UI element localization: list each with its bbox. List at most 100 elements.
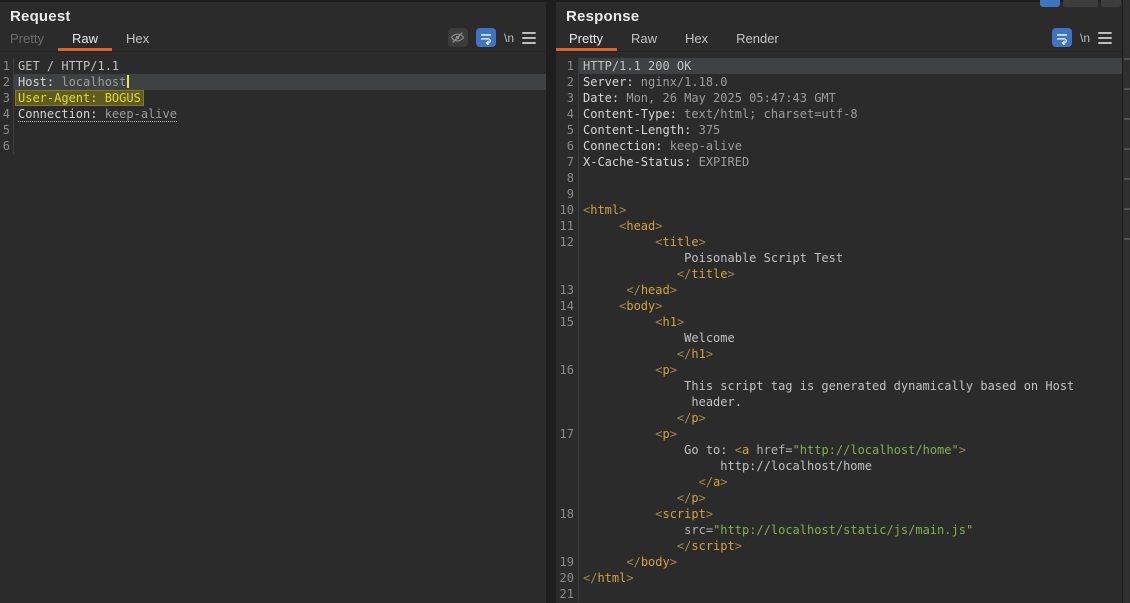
line-number — [556, 346, 578, 362]
code-line[interactable]: 19 </body> — [556, 554, 1122, 570]
line-number — [556, 410, 578, 426]
line-number: 14 — [556, 298, 578, 314]
line-number: 6 — [556, 138, 578, 154]
code-line[interactable]: This script tag is generated dynamically… — [556, 378, 1122, 394]
soft-wrap-icon[interactable] — [476, 28, 496, 47]
code-line[interactable]: 15 <h1> — [556, 314, 1122, 330]
code-line[interactable]: 12 <title> — [556, 234, 1122, 250]
code-line[interactable]: 5 — [0, 122, 546, 138]
scroll-annotation-strip[interactable] — [1122, 0, 1130, 603]
request-toolbar: \n — [448, 28, 546, 51]
annotation-tick — [1124, 238, 1130, 240]
code-line[interactable]: 2Server: nginx/1.18.0 — [556, 74, 1122, 90]
line-number — [556, 458, 578, 474]
line-number: 18 — [556, 506, 578, 522]
code-line[interactable]: http://localhost/home — [556, 458, 1122, 474]
tab-pretty[interactable]: Pretty — [556, 28, 617, 51]
code-line[interactable]: </p> — [556, 410, 1122, 426]
code-line[interactable]: </script> — [556, 538, 1122, 554]
line-number — [556, 330, 578, 346]
line-number: 13 — [556, 282, 578, 298]
burp-message-editor: Request PrettyRawHex — [0, 0, 1130, 603]
tab-raw[interactable]: Raw — [617, 28, 671, 51]
line-number — [556, 522, 578, 538]
code-line[interactable]: 6 — [0, 138, 546, 154]
line-number: 11 — [556, 218, 578, 234]
code-line[interactable]: 18 <script> — [556, 506, 1122, 522]
code-line[interactable]: 4Connection: keep-alive — [0, 106, 546, 122]
line-number: 1 — [556, 58, 578, 74]
line-number: 2 — [556, 74, 578, 90]
code-line[interactable]: </a> — [556, 474, 1122, 490]
code-line[interactable]: 11 <head> — [556, 218, 1122, 234]
code-line[interactable]: </p> — [556, 490, 1122, 506]
cropped-toolbar-button[interactable] — [1101, 0, 1121, 7]
menu-icon[interactable] — [1098, 32, 1112, 44]
line-number: 1 — [0, 58, 13, 74]
code-line[interactable]: 9 — [556, 186, 1122, 202]
code-line[interactable]: 4Content-Type: text/html; charset=utf-8 — [556, 106, 1122, 122]
request-editor[interactable]: 1GET / HTTP/1.12Host: localhost3User-Age… — [0, 52, 546, 603]
line-number: 3 — [0, 90, 13, 106]
show-newlines-icon[interactable]: \n — [1080, 31, 1090, 45]
code-line[interactable]: 20</html> — [556, 570, 1122, 586]
menu-icon[interactable] — [522, 32, 536, 44]
tab-hex[interactable]: Hex — [671, 28, 722, 51]
response-editor[interactable]: 1HTTP/1.1 200 OK2Server: nginx/1.18.03Da… — [556, 52, 1122, 603]
line-number: 4 — [556, 106, 578, 122]
code-line[interactable]: Poisonable Script Test — [556, 250, 1122, 266]
response-toolbar: \n — [1052, 28, 1122, 51]
request-tabs: PrettyRawHex — [0, 29, 163, 51]
annotation-tick — [1124, 208, 1130, 210]
cropped-toolbar-button[interactable] — [1040, 0, 1060, 7]
line-number — [556, 394, 578, 410]
code-line[interactable]: </title> — [556, 266, 1122, 282]
code-line[interactable]: 3Date: Mon, 26 May 2025 05:47:43 GMT — [556, 90, 1122, 106]
code-line[interactable]: src="http://localhost/static/js/main.js" — [556, 522, 1122, 538]
tab-raw[interactable]: Raw — [58, 28, 112, 51]
line-number — [556, 378, 578, 394]
line-number: 8 — [556, 170, 578, 186]
code-line[interactable]: 7X-Cache-Status: EXPIRED — [556, 154, 1122, 170]
annotation-tick — [1124, 178, 1130, 180]
line-number: 3 — [556, 90, 578, 106]
annotation-tick — [1124, 88, 1130, 90]
tab-render[interactable]: Render — [722, 28, 793, 51]
code-line[interactable]: header. — [556, 394, 1122, 410]
request-panel-title: Request — [10, 8, 71, 25]
code-line[interactable]: 14 <body> — [556, 298, 1122, 314]
line-number: 9 — [556, 186, 578, 202]
code-line[interactable]: 8 — [556, 170, 1122, 186]
code-line[interactable]: 5Content-Length: 375 — [556, 122, 1122, 138]
line-number: 16 — [556, 362, 578, 378]
code-line[interactable]: 10<html> — [556, 202, 1122, 218]
line-number: 21 — [556, 586, 578, 602]
text-caret — [127, 75, 129, 88]
response-tabs: PrettyRawHexRender — [556, 29, 793, 51]
code-line[interactable]: 1HTTP/1.1 200 OK — [556, 58, 1122, 74]
code-line[interactable]: 2Host: localhost — [0, 74, 546, 90]
code-line[interactable]: 17 <p> — [556, 426, 1122, 442]
visibility-off-icon[interactable] — [448, 28, 468, 47]
annotation-tick — [1124, 58, 1130, 60]
soft-wrap-icon[interactable] — [1052, 28, 1072, 47]
show-newlines-icon[interactable]: \n — [504, 31, 514, 45]
response-panel-title: Response — [566, 8, 639, 25]
code-line[interactable]: 6Connection: keep-alive — [556, 138, 1122, 154]
code-line[interactable]: 21 — [556, 586, 1122, 602]
search-match-highlight: User-Agent: BOGUS — [16, 91, 143, 105]
panel-divider[interactable] — [546, 0, 556, 603]
tab-hex[interactable]: Hex — [112, 28, 163, 51]
code-line[interactable]: Go to: <a href="http://localhost/home"> — [556, 442, 1122, 458]
cropped-toolbar-button[interactable] — [1063, 0, 1098, 7]
line-number: 15 — [556, 314, 578, 330]
code-line[interactable]: 13 </head> — [556, 282, 1122, 298]
tab-pretty: Pretty — [0, 28, 58, 51]
code-line[interactable]: Welcome — [556, 330, 1122, 346]
code-line[interactable]: </h1> — [556, 346, 1122, 362]
code-line[interactable]: 16 <p> — [556, 362, 1122, 378]
code-line[interactable]: 1GET / HTTP/1.1 — [0, 58, 546, 74]
line-number: 4 — [0, 106, 13, 122]
code-line[interactable]: 3User-Agent: BOGUS — [0, 90, 546, 106]
annotation-tick — [1124, 118, 1130, 120]
